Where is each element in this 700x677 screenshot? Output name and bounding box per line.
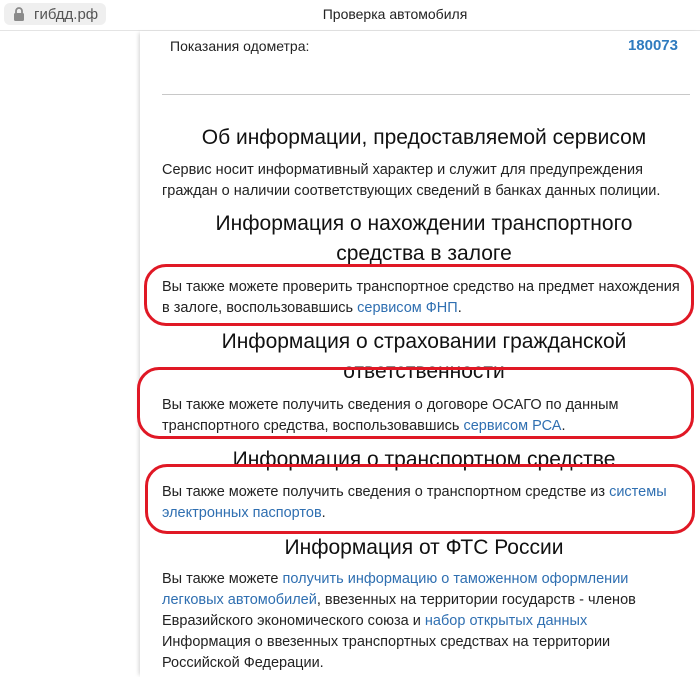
divider [162, 94, 690, 95]
pledge-heading-line1: Информация о нахождении транспортного [215, 212, 633, 235]
insurance-heading-line1: Информация о страховании гражданской [221, 330, 627, 353]
open-data-link[interactable]: набор открытых данных [425, 613, 587, 629]
customs-text-3: Информация о ввезенных транспортных сред… [162, 634, 611, 671]
about-text: Сервис носит информативный характер и сл… [162, 162, 661, 199]
odometer-row: Показания одометра: 180073 [170, 37, 678, 58]
customs-heading: Информация от ФТС России [284, 536, 564, 559]
tab-title: Проверка автомобиля [322, 6, 468, 22]
odometer-value: 180073 [627, 37, 678, 54]
highlight-box-pledge [144, 264, 694, 326]
highlight-box-insurance [137, 367, 694, 439]
highlight-box-vehicle [145, 464, 695, 534]
about-heading: Об информации, предоставляемой сервисом [201, 126, 647, 149]
customs-text: Вы также можете получить информацию о та… [162, 569, 680, 674]
customs-text-1: Вы также можете [162, 571, 283, 587]
page-margin [0, 31, 140, 677]
main-content-card: Показания одометра: 180073 Об информации… [137, 31, 700, 677]
odometer-label: Показания одометра: [170, 38, 310, 54]
browser-bar: гибдд.рф Проверка автомобиля [0, 0, 700, 31]
